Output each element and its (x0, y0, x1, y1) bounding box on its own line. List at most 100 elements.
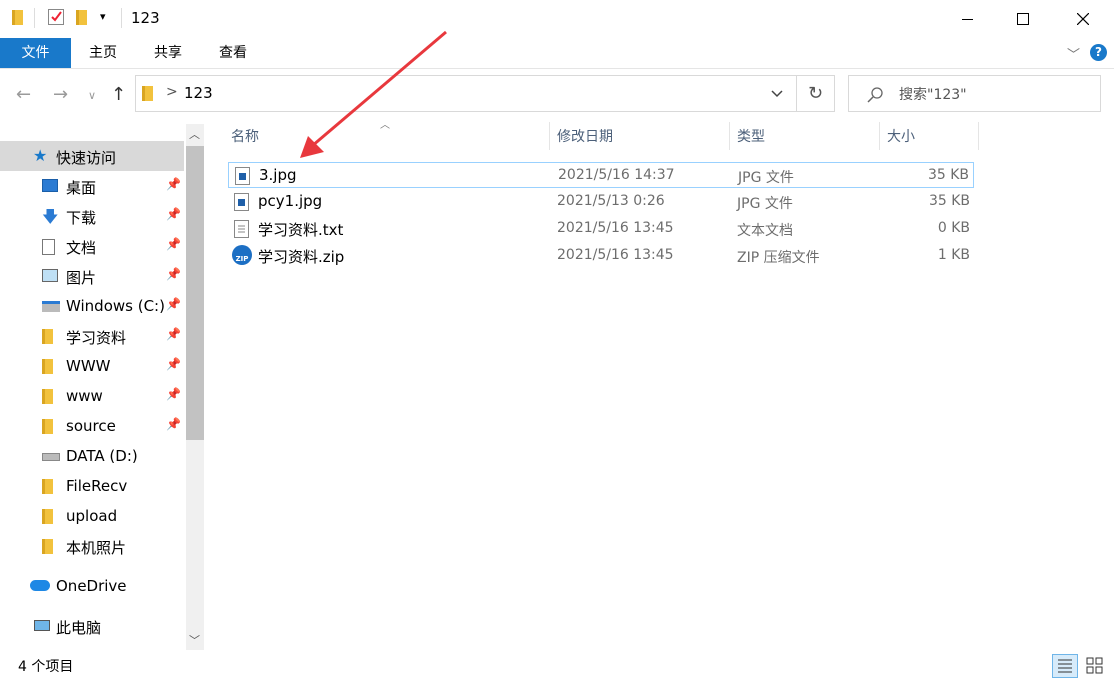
file-type: JPG 文件 (737, 196, 793, 212)
sidebar-item-downloads[interactable]: 🡇 下载 📌 (0, 201, 184, 231)
download-arrow-icon: 🡇 (42, 207, 59, 226)
file-date: 2021/5/13 0:26 (557, 193, 665, 209)
recent-locations-chevron-icon[interactable]: ∨ (88, 89, 96, 102)
folder-icon (42, 539, 53, 554)
pin-icon[interactable]: 📌 (166, 417, 181, 431)
computer-icon (34, 620, 50, 631)
sidebar-item-label: OneDrive (56, 577, 127, 595)
title-bar: ▾ 123 (0, 0, 1114, 38)
column-divider[interactable] (879, 122, 880, 150)
refresh-button[interactable]: ↻ (797, 75, 835, 112)
sidebar-item-source[interactable]: source 📌 (0, 411, 184, 441)
close-button[interactable] (1060, 0, 1106, 38)
sidebar-item-pictures[interactable]: 图片 📌 (0, 261, 184, 291)
pin-icon[interactable]: 📌 (166, 297, 181, 311)
file-date: 2021/5/16 13:45 (557, 247, 674, 263)
sidebar-item-label: Windows (C:) (66, 297, 165, 315)
search-input[interactable]: 搜索"123" (848, 75, 1101, 112)
pin-icon[interactable]: 📌 (166, 357, 181, 371)
sidebar-item-WWW[interactable]: WWW 📌 (0, 351, 184, 381)
breadcrumb-separator[interactable]: > (166, 84, 178, 100)
file-name[interactable]: 学习资料.txt (258, 219, 343, 240)
column-divider[interactable] (978, 122, 979, 150)
column-header-name[interactable]: 名称 (231, 127, 259, 151)
column-divider[interactable] (729, 122, 730, 150)
sidebar-item-www[interactable]: www 📌 (0, 381, 184, 411)
sidebar-item-windows-c[interactable]: Windows (C:) 📌 (0, 291, 184, 321)
file-date: 2021/5/16 14:37 (558, 167, 675, 183)
pin-icon[interactable]: 📌 (166, 237, 181, 251)
sidebar-item-label: www (66, 387, 103, 405)
large-icons-view-icon[interactable] (1082, 654, 1108, 678)
sidebar-item-label: FileRecv (66, 477, 128, 495)
file-type: JPG 文件 (738, 170, 794, 186)
file-name[interactable]: 3.jpg (259, 166, 297, 184)
address-bar[interactable]: > 123 (135, 75, 797, 112)
scroll-up-icon[interactable]: ︿ (189, 126, 200, 142)
sidebar-item-quick-access[interactable]: ★ 快速访问 (0, 141, 184, 171)
refresh-icon: ↻ (807, 83, 824, 104)
expand-ribbon-chevron-icon[interactable]: ﹀ (1067, 44, 1080, 63)
column-header-size[interactable]: 大小 (887, 127, 915, 151)
sidebar-item-desktop[interactable]: 桌面 📌 (0, 171, 184, 201)
new-folder-icon[interactable] (76, 10, 87, 25)
sidebar-item-documents[interactable]: 文档 📌 (0, 231, 184, 261)
properties-icon[interactable] (48, 9, 64, 25)
pin-icon[interactable]: 📌 (166, 387, 181, 401)
sidebar-item-label: WWW (66, 357, 111, 375)
sidebar-item-filerecv[interactable]: FileRecv (0, 471, 184, 501)
help-icon[interactable]: ? (1090, 44, 1107, 61)
details-view-icon[interactable] (1052, 654, 1078, 678)
customize-toolbar-chevron-icon[interactable]: ▾ (100, 10, 106, 23)
desktop-icon (42, 179, 58, 192)
file-name[interactable]: pcy1.jpg (258, 192, 322, 210)
sidebar-item-local-photos[interactable]: 本机照片 (0, 531, 184, 561)
minimize-button[interactable] (944, 0, 990, 38)
sidebar-item-onedrive[interactable]: OneDrive (0, 571, 184, 601)
annotation-arrow (300, 30, 447, 158)
up-arrow-icon[interactable]: ↑ (111, 84, 126, 105)
pin-icon[interactable]: 📌 (166, 207, 181, 221)
tab-view[interactable]: 查看 (217, 38, 249, 68)
folder-icon (12, 10, 23, 25)
forward-arrow-icon[interactable]: → (53, 84, 68, 105)
file-row[interactable]: pcy1.jpg 2021/5/13 0:26 JPG 文件 35 KB (228, 189, 974, 215)
address-history-chevron-icon[interactable] (771, 90, 783, 98)
file-row[interactable]: 3.jpg 2021/5/16 14:37 JPG 文件 35 KB (228, 162, 974, 188)
folder-icon (42, 359, 53, 374)
sidebar-item-this-pc[interactable]: 此电脑 (0, 611, 184, 641)
breadcrumb-item[interactable]: 123 (184, 84, 213, 102)
pin-icon[interactable]: 📌 (166, 327, 181, 341)
folder-icon (42, 479, 53, 494)
maximize-button[interactable] (1000, 0, 1046, 38)
sidebar-item-data-d[interactable]: DATA (D:) (0, 441, 184, 471)
sidebar-item-study-materials[interactable]: 学习资料 📌 (0, 321, 184, 351)
windows-drive-icon (42, 301, 60, 312)
folder-icon (42, 389, 53, 404)
file-type: ZIP 压缩文件 (737, 250, 820, 266)
column-divider[interactable] (549, 122, 550, 150)
tab-share[interactable]: 共享 (152, 38, 184, 68)
jpg-file-icon (235, 167, 250, 185)
column-header-type[interactable]: 类型 (737, 127, 765, 151)
sidebar-item-label: 下载 (66, 209, 97, 227)
jpg-file-icon (234, 193, 249, 211)
tab-file[interactable]: 文件 (0, 38, 71, 68)
pin-icon[interactable]: 📌 (166, 177, 181, 191)
sidebar-item-label: 图片 (66, 269, 97, 287)
file-row[interactable]: ZIP 学习资料.zip 2021/5/16 13:45 ZIP 压缩文件 1 … (228, 243, 974, 269)
file-size: 35 KB (927, 167, 969, 183)
nav-scrollbar-thumb[interactable] (186, 146, 204, 440)
sidebar-item-upload[interactable]: upload (0, 501, 184, 531)
pin-icon[interactable]: 📌 (166, 267, 181, 281)
ribbon: 文件 主页 共享 查看 ﹀ ? (0, 38, 1114, 69)
scroll-down-icon[interactable]: ﹀ (189, 632, 200, 648)
sidebar-item-label: 桌面 (66, 179, 97, 197)
file-date: 2021/5/16 13:45 (557, 220, 674, 236)
tab-home[interactable]: 主页 (87, 38, 119, 68)
column-header-date[interactable]: 修改日期 (557, 127, 613, 151)
file-name[interactable]: 学习资料.zip (258, 246, 344, 267)
file-row[interactable]: 学习资料.txt 2021/5/16 13:45 文本文档 0 KB (228, 216, 974, 242)
back-arrow-icon[interactable]: ← (16, 84, 31, 105)
divider (34, 8, 35, 28)
